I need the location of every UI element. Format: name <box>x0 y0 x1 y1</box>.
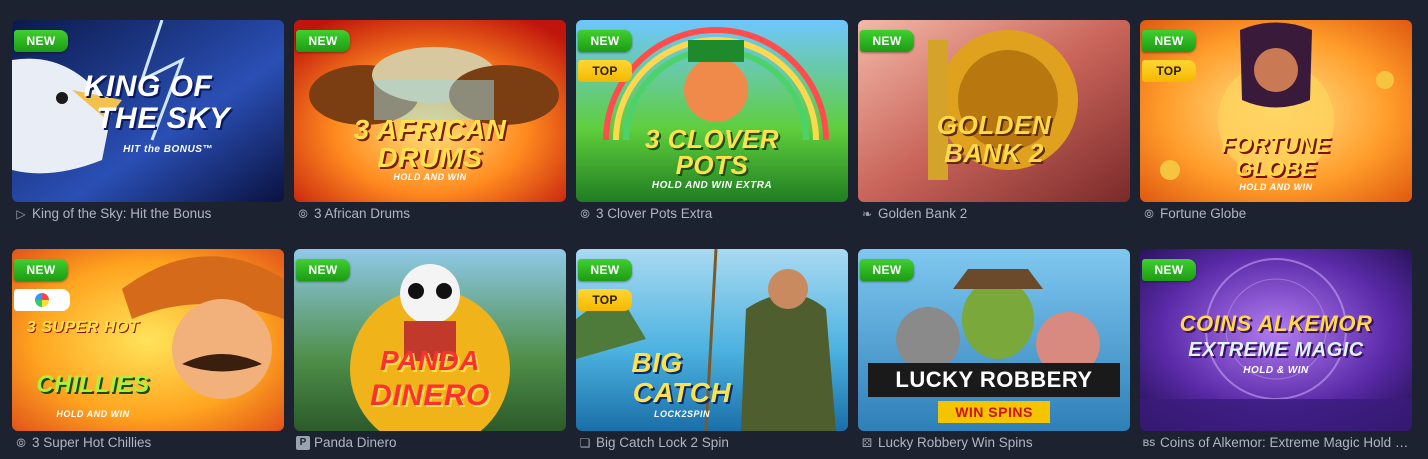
game-logo-line: DRUMS <box>377 142 483 173</box>
spiral-icon: ⦾ <box>1144 207 1154 221</box>
spiral-icon: ⦾ <box>16 436 26 450</box>
new-badge: NEW <box>296 30 350 52</box>
game-tagline: WIN SPINS <box>955 404 1033 420</box>
game-thumbnail[interactable]: COINS ALKEMOR EXTREME MAGIC HOLD & WIN N… <box>1140 249 1412 431</box>
game-title[interactable]: King of the Sky: Hit the Bonus <box>32 206 284 222</box>
game-logo-line: POTS <box>675 150 749 180</box>
provider-badge <box>14 289 70 311</box>
color-wheel-icon <box>35 293 49 307</box>
game-logo-line: 3 SUPER HOT <box>26 319 140 336</box>
game-logo-line: BANK 2 <box>944 138 1044 168</box>
game-tagline: HOLD AND WIN <box>56 409 130 419</box>
game-card[interactable]: KING OF THE SKY HIT the BONUS™ NEW ▷ Kin… <box>12 20 284 230</box>
game-title[interactable]: Golden Bank 2 <box>878 206 1130 222</box>
game-card[interactable]: FORTUNE GLOBE HOLD AND WIN NEW TOP ⦾ For… <box>1140 20 1412 230</box>
game-tagline: LOCK2SPIN <box>653 409 710 419</box>
new-badge: NEW <box>578 30 632 52</box>
game-card[interactable]: 3 SUPER HOT CHILLIES HOLD AND WIN NEW ⦾ … <box>12 249 284 459</box>
game-thumbnail[interactable]: 3 AFRICAN DRUMS HOLD AND WIN NEW <box>294 20 566 202</box>
new-badge: NEW <box>1142 259 1196 281</box>
game-card[interactable]: 3 AFRICAN DRUMS HOLD AND WIN NEW ⦾ 3 Afr… <box>294 20 566 230</box>
new-badge: NEW <box>860 30 914 52</box>
game-title[interactable]: 3 African Drums <box>314 206 566 222</box>
game-card[interactable]: BIG CATCH LOCK2SPIN NEW TOP ❏ Big Catch … <box>576 249 848 459</box>
game-logo-line: COINS ALKEMOR <box>1179 311 1373 336</box>
game-title[interactable]: Panda Dinero <box>314 435 566 451</box>
new-badge: NEW <box>578 259 632 281</box>
game-tagline: HOLD & WIN <box>1243 365 1309 376</box>
game-logo-line: GOLDEN <box>936 110 1052 140</box>
claw-icon: ❧ <box>861 207 873 221</box>
game-card[interactable]: COINS ALKEMOR EXTREME MAGIC HOLD & WIN N… <box>1140 249 1412 459</box>
top-badge: TOP <box>1142 60 1196 82</box>
dice-icon: ⚄ <box>861 436 873 450</box>
new-badge: NEW <box>14 259 68 281</box>
game-tagline: HOLD AND WIN <box>1239 182 1313 192</box>
play-triangle-icon: ▷ <box>16 207 26 221</box>
game-logo-line: FORTUNE <box>1221 132 1331 157</box>
game-logo-line: EXTREME MAGIC <box>1188 339 1364 361</box>
game-grid: KING OF THE SKY HIT the BONUS™ NEW ▷ Kin… <box>12 20 1412 459</box>
new-badge: NEW <box>860 259 914 281</box>
game-logo-line: DINERO <box>370 379 490 412</box>
new-badge: NEW <box>1142 30 1196 52</box>
game-title[interactable]: Big Catch Lock 2 Spin <box>596 435 848 451</box>
game-title[interactable]: Fortune Globe <box>1160 206 1412 222</box>
spiral-icon: ⦾ <box>580 207 590 221</box>
game-logo-line: CATCH <box>632 377 732 408</box>
game-logo-line: GLOBE <box>1235 156 1317 181</box>
game-thumbnail[interactable]: GOLDEN BANK 2 NEW <box>858 20 1130 202</box>
game-title[interactable]: Lucky Robbery Win Spins <box>878 435 1130 451</box>
bs-icon: BS <box>1142 438 1156 448</box>
game-logo-line: LUCKY ROBBERY <box>895 367 1093 392</box>
game-title[interactable]: 3 Super Hot Chillies <box>32 435 284 451</box>
game-thumbnail[interactable]: 3 SUPER HOT CHILLIES HOLD AND WIN NEW <box>12 249 284 431</box>
spiral-icon: ⦾ <box>298 207 308 221</box>
game-tagline: HOLD AND WIN EXTRA <box>651 180 773 191</box>
game-logo-line: PANDA <box>380 345 480 376</box>
game-card[interactable]: LUCKY ROBBERY WIN SPINS NEW ⚄ Lucky Robb… <box>858 249 1130 459</box>
game-thumbnail[interactable]: KING OF THE SKY HIT the BONUS™ NEW <box>12 20 284 202</box>
new-badge: NEW <box>14 30 68 52</box>
game-logo-line: KING OF <box>83 70 213 103</box>
game-tagline: HIT the BONUS™ <box>123 144 213 155</box>
game-thumbnail[interactable]: FORTUNE GLOBE HOLD AND WIN NEW TOP <box>1140 20 1412 202</box>
game-logo-line: CHILLIES <box>36 371 150 398</box>
game-thumbnail[interactable]: 3 CLOVER POTS HOLD AND WIN EXTRA NEW TOP <box>576 20 848 202</box>
new-badge: NEW <box>296 259 350 281</box>
game-card[interactable]: 3 CLOVER POTS HOLD AND WIN EXTRA NEW TOP… <box>576 20 848 230</box>
game-logo-line: BIG <box>631 347 683 378</box>
p-square-icon: P <box>296 436 310 450</box>
game-title[interactable]: Coins of Alkemor: Extreme Magic Hold & W… <box>1160 435 1412 451</box>
top-badge: TOP <box>578 60 632 82</box>
game-thumbnail[interactable]: LUCKY ROBBERY WIN SPINS NEW <box>858 249 1130 431</box>
game-thumbnail[interactable]: PANDA DINERO NEW <box>294 249 566 431</box>
top-badge: TOP <box>578 289 632 311</box>
cube-icon: ❏ <box>579 436 591 450</box>
game-title[interactable]: 3 Clover Pots Extra <box>596 206 848 222</box>
game-card[interactable]: GOLDEN BANK 2 NEW ❧ Golden Bank 2 <box>858 20 1130 230</box>
game-thumbnail[interactable]: BIG CATCH LOCK2SPIN NEW TOP <box>576 249 848 431</box>
game-card[interactable]: PANDA DINERO NEW P Panda Dinero <box>294 249 566 459</box>
game-tagline: HOLD AND WIN <box>393 172 467 182</box>
game-logo-line: THE SKY <box>96 102 230 135</box>
